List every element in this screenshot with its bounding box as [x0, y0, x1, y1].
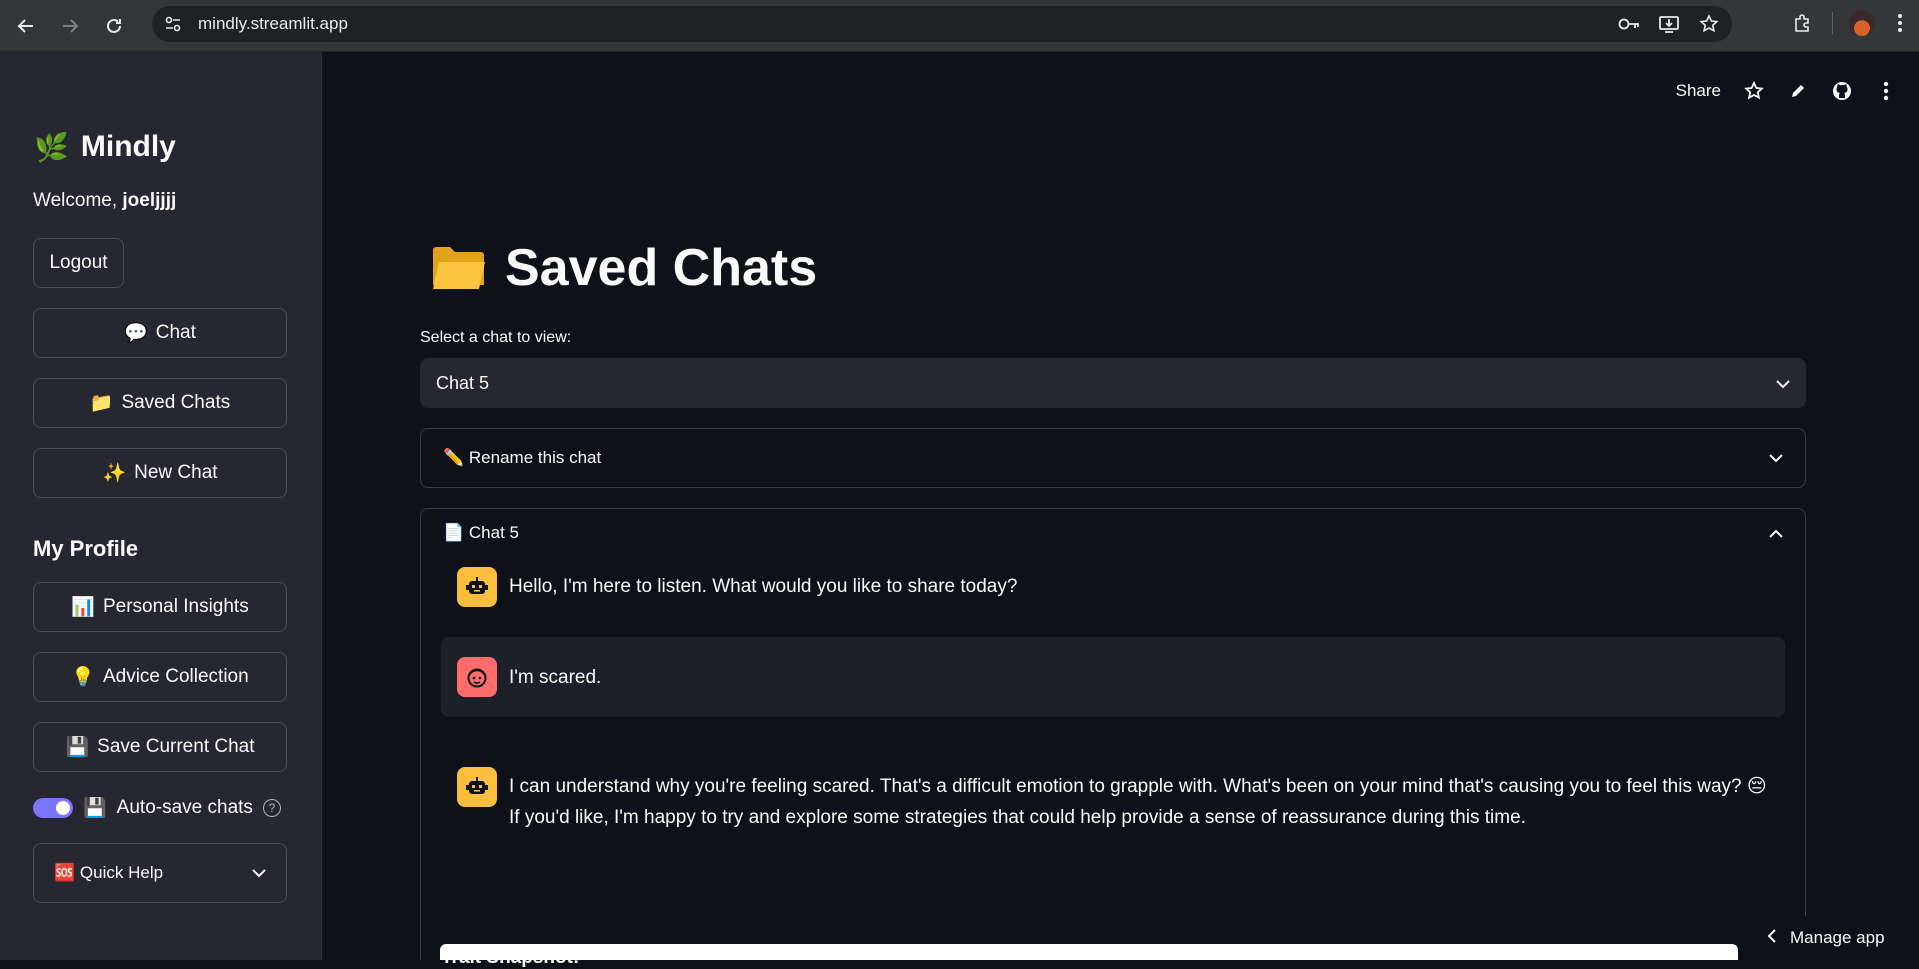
speech-bubble-icon: 💬	[124, 323, 148, 344]
user-avatar-icon	[457, 657, 497, 697]
reload-icon[interactable]	[96, 8, 132, 44]
sos-icon: 🆘	[54, 863, 76, 882]
star-icon[interactable]	[1743, 80, 1765, 102]
welcome-prefix: Welcome,	[33, 190, 123, 211]
site-settings-icon[interactable]	[156, 7, 190, 41]
quick-help-label: Quick Help	[79, 863, 164, 882]
chevron-down-icon	[1776, 373, 1790, 394]
manage-app-label: Manage app	[1790, 928, 1885, 947]
selected-chat-value: Chat 5	[436, 372, 490, 393]
advice-collection-button[interactable]: 💡 Advice Collection	[33, 652, 287, 702]
quick-help-text: 🆘 Quick Help	[54, 863, 163, 883]
floppy-disk-icon: 💾	[65, 737, 90, 758]
sparkles-icon: ✨	[102, 463, 127, 484]
page-icon: 📄	[443, 523, 465, 542]
divider	[1832, 12, 1833, 34]
save-current-chat-button[interactable]: 💾 Save Current Chat	[33, 722, 287, 772]
sidebar: 🌿 Mindly Welcome, joeljjjj Logout 💬 Chat…	[0, 52, 322, 960]
message-text: Hello, I'm here to listen. What would yo…	[509, 576, 1018, 597]
autosave-row: 💾 Auto-save chats ?	[33, 796, 281, 820]
autosave-toggle[interactable]	[33, 798, 73, 818]
profile-avatar[interactable]	[1849, 10, 1875, 36]
page-title-text: Saved Chats	[505, 239, 818, 297]
chat-transcript-expander: 📄 Chat 5 Hello, I'm here to listen. What…	[420, 508, 1806, 968]
save-current-chat-label: Save Current Chat	[97, 736, 255, 757]
password-key-icon[interactable]	[1616, 11, 1642, 37]
help-icon[interactable]: ?	[262, 799, 281, 817]
new-chat-button[interactable]: ✨ New Chat	[33, 448, 287, 498]
saved-chats-nav-label: Saved Chats	[121, 392, 231, 413]
back-icon[interactable]	[8, 8, 44, 44]
my-profile-heading: My Profile	[33, 536, 139, 561]
chat-message-assistant: Hello, I'm here to listen. What would yo…	[441, 567, 1785, 607]
brand: 🌿 Mindly	[34, 130, 176, 164]
chat-nav-button[interactable]: 💬 Chat	[33, 308, 287, 358]
bot-avatar-icon	[457, 767, 497, 807]
more-menu-icon[interactable]	[1875, 80, 1897, 102]
bookmark-star-icon[interactable]	[1696, 11, 1722, 37]
folder-icon: 📁	[89, 393, 114, 414]
logout-button[interactable]: Logout	[33, 238, 124, 288]
toggle-knob	[56, 801, 70, 815]
chrome-menu-icon[interactable]	[1887, 10, 1913, 36]
chat-nav-label: Chat	[155, 322, 196, 343]
bot-avatar-icon	[457, 567, 497, 607]
chat-expander-label: Chat 5	[468, 523, 519, 542]
pencil-emoji-icon: ✏️	[443, 448, 465, 467]
rename-chat-expander[interactable]: ✏️ Rename this chat	[420, 428, 1806, 488]
personal-insights-label: Personal Insights	[102, 596, 249, 617]
autosave-label: Auto-save chats	[116, 797, 253, 818]
open-folder-icon	[431, 244, 487, 292]
chat-message-assistant: I can understand why you're feeling scar…	[441, 767, 1785, 833]
advice-collection-label: Advice Collection	[102, 666, 249, 687]
browser-toolbar: mindly.streamlit.app	[0, 0, 1919, 52]
share-button[interactable]: Share	[1676, 81, 1721, 101]
app-name: Mindly	[80, 130, 176, 163]
chat-message-user: I'm scared.	[441, 637, 1785, 717]
chevron-down-icon	[1769, 448, 1783, 468]
logout-label: Logout	[49, 252, 108, 273]
main-content: Share Saved Chats Select a chat to view:…	[323, 52, 1919, 968]
floppy-disk-icon: 💾	[83, 798, 107, 819]
chat-select-label: Select a chat to view:	[420, 329, 572, 346]
install-app-icon[interactable]	[1656, 11, 1682, 37]
page-title: Saved Chats	[431, 238, 817, 298]
rename-label: Rename this chat	[468, 448, 602, 467]
rename-header: ✏️ Rename this chat	[443, 448, 601, 468]
leaf-icon: 🌿	[34, 131, 69, 163]
username: joeljjjj	[122, 190, 177, 211]
chat-expander-header[interactable]: 📄 Chat 5	[443, 523, 1783, 543]
message-text: I'm scared.	[509, 666, 602, 688]
chevron-up-icon	[1769, 523, 1783, 543]
address-bar[interactable]: mindly.streamlit.app	[152, 6, 1732, 42]
quick-help-expander[interactable]: 🆘 Quick Help	[33, 843, 287, 903]
bar-chart-icon: 📊	[71, 597, 95, 618]
url-text: mindly.streamlit.app	[198, 14, 348, 33]
app-toolbar: Share	[1676, 80, 1897, 102]
welcome-text: Welcome, joeljjjj	[33, 190, 176, 212]
personal-insights-button[interactable]: 📊 Personal Insights	[33, 582, 287, 632]
trait-snapshot-chart	[440, 944, 1738, 960]
saved-chats-nav-button[interactable]: 📁 Saved Chats	[33, 378, 287, 428]
new-chat-label: New Chat	[134, 462, 218, 483]
chat-select[interactable]: Chat 5	[420, 358, 1806, 408]
chevron-down-icon	[252, 863, 266, 883]
manage-app-button[interactable]: Manage app	[1749, 916, 1919, 960]
forward-icon[interactable]	[52, 8, 88, 44]
message-text: I can understand why you're feeling scar…	[509, 776, 1767, 828]
pencil-icon[interactable]	[1787, 80, 1809, 102]
extensions-icon[interactable]	[1790, 10, 1816, 36]
lightbulb-icon: 💡	[71, 667, 95, 688]
github-icon[interactable]	[1831, 80, 1853, 102]
chat-expander-title: 📄 Chat 5	[443, 523, 519, 543]
chevron-left-icon	[1767, 928, 1776, 948]
